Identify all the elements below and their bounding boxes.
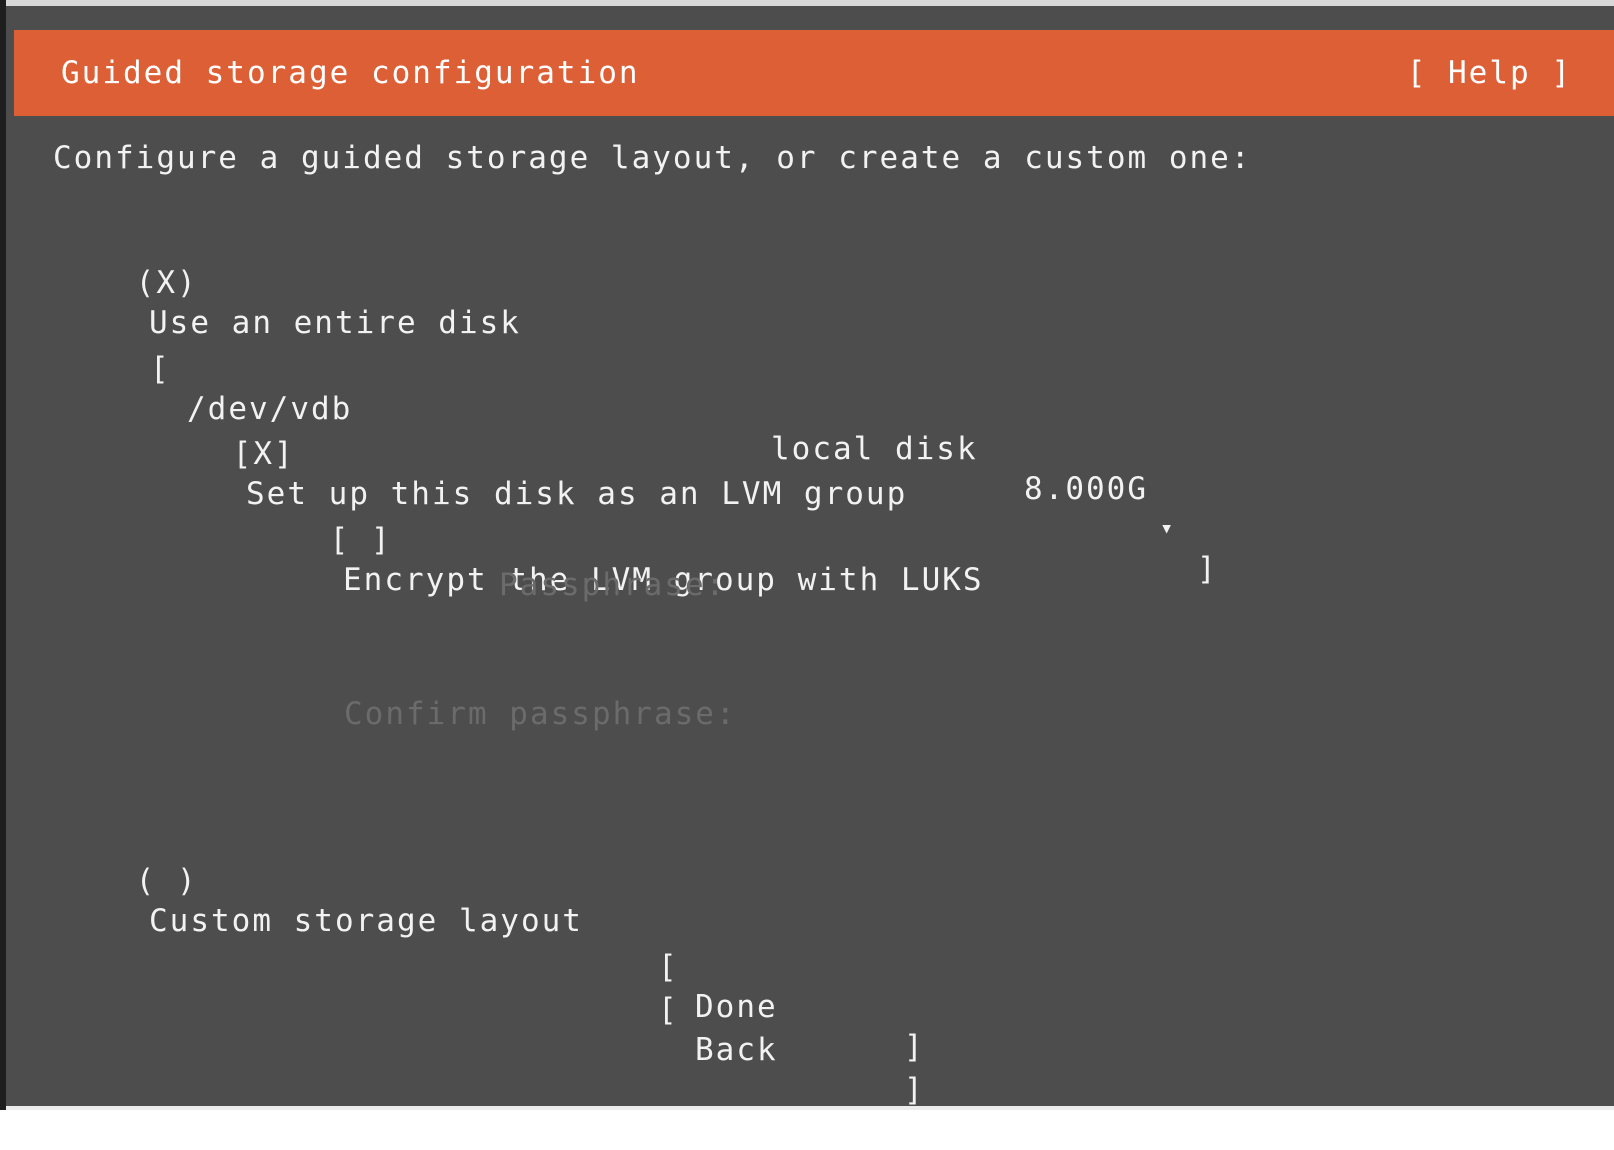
- disk-type: local disk: [771, 431, 978, 467]
- disk-select-dropdown[interactable]: [ /dev/vdb local disk 8.000G ▾ ]: [150, 309, 1230, 587]
- done-button[interactable]: [ Done ]: [658, 907, 938, 1065]
- help-button[interactable]: [ Help ]: [1407, 53, 1572, 93]
- button-open-bracket: [: [658, 992, 679, 1028]
- checkbox-indicator: [ ]: [329, 522, 392, 558]
- button-close-bracket: ]: [904, 1029, 925, 1065]
- header-bar: Guided storage configuration [ Help ]: [14, 30, 1614, 116]
- confirm-passphrase-input: [731, 694, 1211, 734]
- page-title: Guided storage configuration: [61, 55, 640, 91]
- checkbox-indicator: [X]: [232, 436, 295, 472]
- installer-terminal: Guided storage configuration [ Help ] Co…: [6, 6, 1614, 1108]
- chevron-down-icon: ▾: [1160, 516, 1176, 541]
- checkbox-encrypt-luks[interactable]: [ ] Encrypt the LVM group with LUKS: [247, 480, 982, 640]
- back-button[interactable]: [ Back ]: [658, 950, 938, 1108]
- button-label: Back: [695, 1032, 778, 1068]
- disk-size: 8.000G: [1024, 471, 1148, 507]
- dropdown-open-bracket: [: [150, 351, 171, 387]
- passphrase-input: [731, 565, 1211, 605]
- button-close-bracket: ]: [904, 1072, 925, 1108]
- confirm-passphrase-label: Confirm passphrase:: [344, 696, 737, 732]
- intro-text: Configure a guided storage layout, or cr…: [53, 140, 1252, 176]
- radio-custom-layout[interactable]: ( ) Custom storage layout: [53, 821, 581, 981]
- radio-label: Custom storage layout: [149, 903, 583, 939]
- radio-indicator: ( ): [135, 863, 198, 899]
- passphrase-label: Passphrase:: [499, 567, 727, 603]
- radio-indicator: (X): [135, 265, 198, 301]
